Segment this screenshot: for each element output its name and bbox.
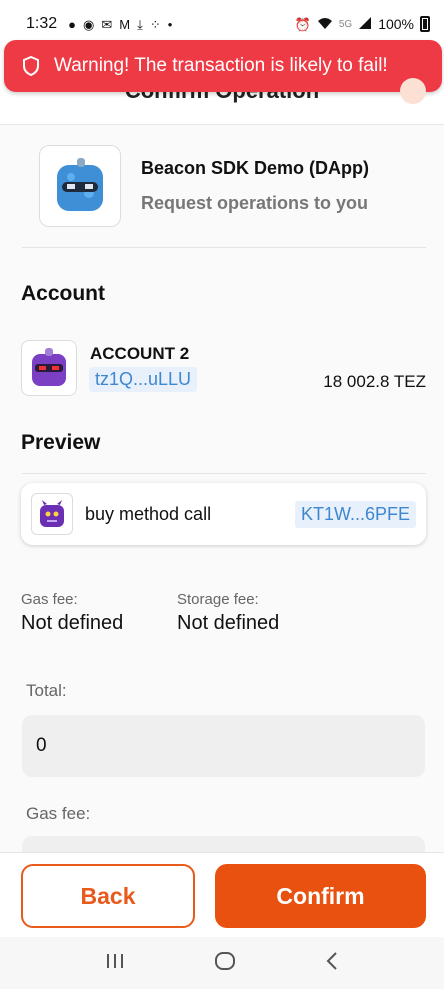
account-name: ACCOUNT 2 <box>90 344 190 363</box>
shield-icon <box>22 56 40 76</box>
status-time: 1:32 <box>26 15 58 32</box>
recent-apps-icon[interactable] <box>105 952 125 975</box>
mail-icon: ✉ <box>101 16 113 32</box>
storage-fee-summary: Storage fee: Not defined <box>177 591 279 635</box>
gas-fee-field-label: Gas fee: <box>26 804 91 823</box>
confirm-button[interactable]: Confirm <box>215 864 426 928</box>
dot-icon: • <box>167 16 173 32</box>
gas-fee-label: Gas fee: <box>21 591 78 608</box>
app-grid-icon: ⁘ <box>149 16 161 32</box>
account-address[interactable]: tz1Q...uLLU <box>89 367 198 392</box>
close-button[interactable] <box>400 78 426 104</box>
signal-icon <box>358 16 372 32</box>
warning-text: Warning! The transaction is likely to fa… <box>54 55 388 76</box>
battery-icon <box>420 16 430 32</box>
gas-fee-field[interactable] <box>22 836 425 852</box>
back-nav-icon[interactable] <box>325 951 339 976</box>
alarm-icon: ⏰ <box>294 16 311 32</box>
home-icon[interactable] <box>214 951 236 976</box>
wifi-icon <box>317 16 333 32</box>
divider <box>22 473 426 474</box>
back-button[interactable]: Back <box>21 864 195 928</box>
account-balance: 18 002.8 TEZ <box>323 372 426 391</box>
operation-label: buy method call <box>85 503 212 524</box>
account-row: ACCOUNT 2 tz1Q...uLLU 18 002.8 TEZ <box>21 340 426 396</box>
contract-address[interactable]: KT1W...6PFE <box>294 500 416 528</box>
account-section-title: Account <box>21 282 105 305</box>
dapp-info: Beacon SDK Demo (DApp) Request operation… <box>39 145 369 227</box>
network-type: 5G <box>338 18 353 30</box>
divider <box>22 247 426 248</box>
total-label: Total: <box>26 681 67 700</box>
dapp-name: Beacon SDK Demo (DApp) <box>141 158 370 178</box>
storage-fee-label: Storage fee: <box>177 591 259 608</box>
main-content[interactable]: Beacon SDK Demo (DApp) Request operation… <box>0 125 444 852</box>
notification-icon: ● <box>68 16 76 32</box>
operation-card[interactable]: buy method call KT1W...6PFE <box>21 483 426 545</box>
storage-fee-value: Not defined <box>177 612 280 634</box>
gmail-icon: M <box>119 16 131 32</box>
gas-fee-value: Not defined <box>21 612 124 634</box>
preview-section-title: Preview <box>21 431 101 454</box>
system-nav-bar <box>0 937 444 989</box>
total-field[interactable]: 0 <box>22 715 425 777</box>
avatar <box>21 340 77 396</box>
dapp-subtitle: Request operations to you <box>141 193 369 213</box>
battery-percent: 100% <box>378 16 414 32</box>
dapp-logo <box>39 145 121 227</box>
operation-avatar-icon <box>31 493 73 535</box>
warning-toast[interactable]: Warning! The transaction is likely to fa… <box>4 40 442 92</box>
account-icon: ◉ <box>83 16 95 32</box>
gas-fee-summary: Gas fee: Not defined <box>21 591 123 635</box>
action-bar: Back Confirm <box>0 852 444 937</box>
download-icon: ⤓ <box>137 16 143 32</box>
